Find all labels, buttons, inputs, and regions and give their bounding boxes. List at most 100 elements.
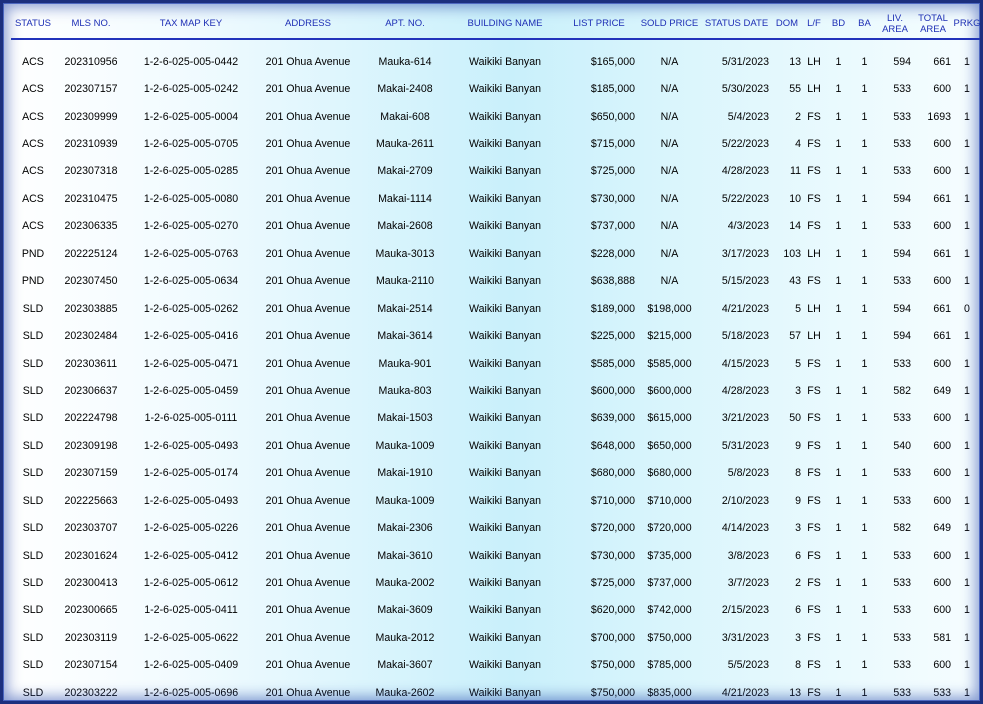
- table-row[interactable]: ACS 202310475 1-2-6-025-005-0080 201 Ohua A…: [11, 185, 980, 212]
- cell-address: 201 Ohua Avenue: [265, 631, 351, 644]
- cell-status-date: 2/10/2023: [721, 494, 769, 507]
- table-row[interactable]: SLD 202307154 1-2-6-025-005-0409 201 Ohua A…: [11, 652, 980, 679]
- cell-building-name: Waikiki Banyan: [468, 604, 542, 617]
- cell-list-price: $225,000: [590, 330, 635, 343]
- cell-sold-price: $737,000: [647, 577, 692, 590]
- cell-tax-map-key: 1-2-6-025-005-0416: [143, 330, 239, 343]
- cell-address: 201 Ohua Avenue: [265, 138, 351, 151]
- cell-status: SLD: [22, 686, 44, 699]
- cell-apt-no: Makai-608: [380, 110, 430, 123]
- cell-status-date: 4/28/2023: [721, 384, 769, 397]
- table-row[interactable]: ACS 202309999 1-2-6-025-005-0004 201 Ohua A…: [11, 103, 980, 130]
- cell-building-name: Waikiki Banyan: [468, 302, 542, 315]
- cell-tax-map-key: 1-2-6-025-005-0622: [143, 631, 239, 644]
- cell-mls-no: 202301624: [64, 549, 118, 562]
- cell-bd: 1: [835, 357, 842, 370]
- cell-sold-price: N/A: [660, 275, 679, 288]
- cell-address: 201 Ohua Avenue: [265, 110, 351, 123]
- cell-address: 201 Ohua Avenue: [265, 192, 351, 205]
- cell-mls-no: 202307154: [64, 659, 118, 672]
- cell-lf: FS: [807, 549, 821, 562]
- table-row[interactable]: SLD 202225663 1-2-6-025-005-0493 201 Ohua A…: [11, 487, 980, 514]
- cell-apt-no: Makai-3614: [377, 330, 433, 343]
- cell-prkg: 0: [964, 302, 970, 315]
- cell-sold-price: $720,000: [647, 522, 692, 535]
- cell-liv-area: 533: [893, 659, 911, 672]
- table-row[interactable]: SLD 202303222 1-2-6-025-005-0696 201 Ohua A…: [11, 679, 980, 701]
- cell-bd: 1: [835, 549, 842, 562]
- table-row[interactable]: SLD 202306637 1-2-6-025-005-0459 201 Ohua A…: [11, 377, 980, 404]
- table-row[interactable]: SLD 202309198 1-2-6-025-005-0493 201 Ohua A…: [11, 432, 980, 459]
- cell-list-price: $750,000: [590, 686, 635, 699]
- cell-status-date: 4/15/2023: [721, 357, 769, 370]
- cell-liv-area: 582: [893, 522, 911, 535]
- table-row[interactable]: ACS 202306335 1-2-6-025-005-0270 201 Ohua A…: [11, 213, 980, 240]
- cell-mls-no: 202225124: [64, 247, 118, 260]
- cell-bd: 1: [835, 384, 842, 397]
- cell-dom: 2: [795, 577, 801, 590]
- table-row[interactable]: PND 202307450 1-2-6-025-005-0634 201 Ohua A…: [11, 268, 980, 295]
- table-row[interactable]: SLD 202300665 1-2-6-025-005-0411 201 Ohua A…: [11, 597, 980, 624]
- table-row[interactable]: ACS 202310939 1-2-6-025-005-0705 201 Ohua A…: [11, 130, 980, 157]
- cell-apt-no: Makai-2608: [377, 220, 433, 233]
- table-row[interactable]: SLD 202307159 1-2-6-025-005-0174 201 Ohua A…: [11, 460, 980, 487]
- cell-mls-no: 202300665: [64, 604, 118, 617]
- table-row[interactable]: SLD 202303119 1-2-6-025-005-0622 201 Ohua A…: [11, 624, 980, 651]
- table-row[interactable]: SLD 202303885 1-2-6-025-005-0262 201 Ohua A…: [11, 295, 980, 322]
- cell-liv-area: 594: [893, 55, 911, 68]
- column-header-status-date: STATUS DATE: [702, 9, 771, 40]
- table-row[interactable]: SLD 202301624 1-2-6-025-005-0412 201 Ohua A…: [11, 542, 980, 569]
- cell-mls-no: 202309999: [64, 110, 118, 123]
- cell-address: 201 Ohua Avenue: [265, 412, 351, 425]
- column-header-total-area: TOTAL AREA: [913, 9, 953, 40]
- cell-total-area: 1693: [927, 110, 951, 123]
- cell-dom: 103: [783, 247, 801, 260]
- table-row[interactable]: PND 202225124 1-2-6-025-005-0763 201 Ohua A…: [11, 240, 980, 267]
- cell-sold-price: $735,000: [647, 549, 692, 562]
- table-row[interactable]: SLD 202302484 1-2-6-025-005-0416 201 Ohua A…: [11, 322, 980, 349]
- cell-status-date: 5/18/2023: [721, 330, 769, 343]
- cell-status-date: 4/21/2023: [721, 302, 769, 315]
- table-row[interactable]: ACS 202310956 1-2-6-025-005-0442 201 Ohua A…: [11, 48, 980, 75]
- cell-apt-no: Makai-3609: [377, 604, 433, 617]
- cell-address: 201 Ohua Avenue: [265, 220, 351, 233]
- cell-status-date: 3/7/2023: [727, 577, 769, 590]
- cell-liv-area: 594: [893, 247, 911, 260]
- cell-mls-no: 202303707: [64, 522, 118, 535]
- cell-apt-no: Makai-3610: [377, 549, 433, 562]
- cell-mls-no: 202303885: [64, 302, 118, 315]
- cell-apt-no: Makai-2408: [377, 83, 433, 96]
- table-row[interactable]: ACS 202307157 1-2-6-025-005-0242 201 Ohua A…: [11, 75, 980, 102]
- cell-dom: 50: [789, 412, 801, 425]
- cell-total-area: 600: [933, 494, 951, 507]
- table-row[interactable]: SLD 202303707 1-2-6-025-005-0226 201 Ohua A…: [11, 514, 980, 541]
- table-row[interactable]: SLD 202300413 1-2-6-025-005-0612 201 Ohua A…: [11, 569, 980, 596]
- cell-prkg: 1: [964, 55, 970, 68]
- cell-building-name: Waikiki Banyan: [468, 577, 542, 590]
- cell-sold-price: N/A: [660, 110, 679, 123]
- cell-ba: 1: [861, 494, 868, 507]
- cell-tax-map-key: 1-2-6-025-005-0696: [143, 686, 239, 699]
- table-row[interactable]: SLD 202303611 1-2-6-025-005-0471 201 Ohua A…: [11, 350, 980, 377]
- cell-status: ACS: [22, 220, 44, 233]
- table-row[interactable]: ACS 202307318 1-2-6-025-005-0285 201 Ohua A…: [11, 158, 980, 185]
- cell-apt-no: Mauka-2602: [375, 686, 435, 699]
- cell-dom: 14: [789, 220, 801, 233]
- cell-lf: FS: [807, 275, 821, 288]
- cell-list-price: $600,000: [590, 384, 635, 397]
- cell-dom: 10: [789, 192, 801, 205]
- cell-building-name: Waikiki Banyan: [468, 686, 542, 699]
- cell-status: SLD: [22, 549, 44, 562]
- cell-bd: 1: [835, 412, 842, 425]
- column-header-mls-no: MLS NO.: [55, 9, 127, 40]
- cell-sold-price: N/A: [660, 165, 679, 178]
- cell-apt-no: Mauka-2110: [375, 275, 435, 288]
- cell-bd: 1: [835, 577, 842, 590]
- cell-prkg: 1: [964, 659, 970, 672]
- cell-mls-no: 202303119: [64, 631, 118, 644]
- cell-prkg: 1: [964, 604, 970, 617]
- cell-bd: 1: [835, 83, 842, 96]
- cell-status-date: 5/30/2023: [721, 83, 769, 96]
- table-row[interactable]: SLD 202224798 1-2-6-025-005-0111 201 Ohua A…: [11, 405, 980, 432]
- cell-total-area: 533: [933, 686, 951, 699]
